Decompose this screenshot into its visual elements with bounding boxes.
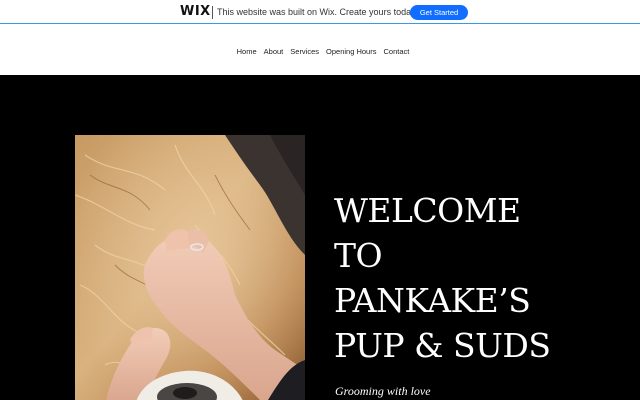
wix-logo[interactable]: WIX [180, 4, 211, 20]
get-started-button[interactable]: Get Started [410, 5, 468, 20]
nav-item-contact[interactable]: Contact [383, 47, 409, 57]
banner-divider [212, 6, 213, 19]
nav-item-services[interactable]: Services [290, 47, 319, 57]
nav-item-home[interactable]: Home [237, 47, 257, 57]
wix-banner-message: This website was built on Wix. Create yo… [217, 7, 418, 17]
site-header: Home About Services Opening Hours Contac… [0, 25, 640, 75]
hero-tagline: Grooming with love [335, 384, 431, 398]
hero-section: WELCOME TO PANKAKE’S PUP & SUDS Grooming… [0, 75, 640, 400]
nav-item-opening-hours[interactable]: Opening Hours [326, 47, 376, 57]
dog-grooming-illustration [75, 135, 305, 400]
hero-dog-grooming-photo [75, 135, 305, 400]
main-nav: Home About Services Opening Hours Contac… [0, 47, 640, 57]
wix-banner: WIX This website was built on Wix. Creat… [0, 0, 640, 24]
nav-item-about[interactable]: About [264, 47, 284, 57]
hero-title: WELCOME TO PANKAKE’S PUP & SUDS [334, 191, 551, 365]
